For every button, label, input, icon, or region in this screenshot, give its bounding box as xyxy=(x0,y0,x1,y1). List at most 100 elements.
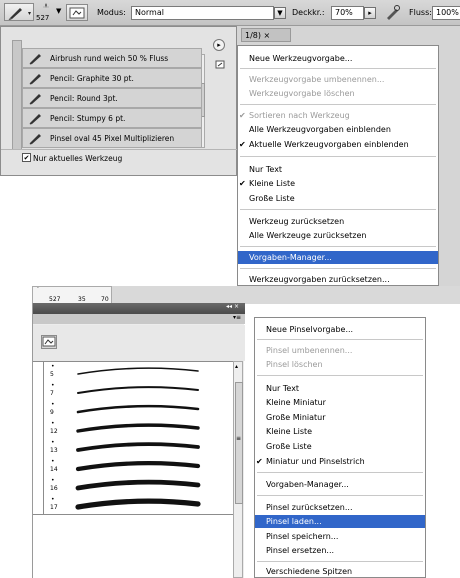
menu-item-text-only[interactable]: Nur Text xyxy=(255,382,425,395)
picker-left-edge xyxy=(12,40,22,150)
brush-stroke-preview xyxy=(77,386,199,394)
strip-number: 70 xyxy=(101,296,109,303)
brush-stroke-preview xyxy=(77,367,199,375)
brush-row[interactable]: • 13 xyxy=(33,438,233,458)
menu-separator xyxy=(257,561,423,562)
flow-field[interactable]: 100% xyxy=(432,6,460,20)
menu-separator xyxy=(257,375,423,376)
checkmark-icon: ✔ xyxy=(239,140,246,149)
brush-tip-icon: • xyxy=(51,439,55,446)
menu-item-small-thumbnail[interactable]: Kleine Miniatur xyxy=(255,396,425,409)
new-preset-icon[interactable] xyxy=(215,60,225,69)
document-tab[interactable]: 1/8) × xyxy=(241,28,291,42)
mode-dropdown-arrow[interactable]: ▼ xyxy=(274,7,286,19)
menu-item-replace-brushes[interactable]: Pinsel ersetzen... xyxy=(255,544,425,557)
brush-preset-picker-button[interactable] xyxy=(41,335,57,349)
brush-panel-icon xyxy=(42,336,56,347)
menu-item-load-brushes[interactable]: Pinsel laden... xyxy=(255,515,425,528)
menu-item-rename-tool-preset[interactable]: Werkzeugvorgabe umbenennen... xyxy=(238,73,438,86)
menu-item-save-brushes[interactable]: Pinsel speichern... xyxy=(255,530,425,543)
brush-list-scrollbar[interactable]: ▴ ≡ xyxy=(233,361,243,578)
preset-item[interactable]: Airbrush rund weich 50 % Fluss xyxy=(22,48,202,68)
menu-item-show-current-tool-presets[interactable]: ✔ Aktuelle Werkzeugvorgaben einblenden xyxy=(238,138,438,151)
brush-size-strip: · 527 35 70 xyxy=(32,285,112,304)
menu-item-stroke-thumbnail[interactable]: ✔ Miniatur und Pinselstrich xyxy=(255,455,425,468)
brush-tool-icon xyxy=(8,8,31,20)
preset-item[interactable]: Pencil: Graphite 30 pt. xyxy=(22,68,202,88)
airbrush-icon[interactable] xyxy=(382,3,402,23)
brush-row[interactable]: • 9 xyxy=(33,400,233,420)
menu-item-small-list[interactable]: ✔ Kleine Liste xyxy=(238,177,438,190)
menu-separator xyxy=(240,156,436,157)
tool-preset-menu: Neue Werkzeugvorgabe... Werkzeugvorgabe … xyxy=(237,45,439,286)
brush-preset-icon xyxy=(29,94,41,105)
scrollbar-thumb[interactable]: ≡ xyxy=(235,382,243,504)
menu-item-large-list[interactable]: Große Liste xyxy=(255,440,425,453)
brush-stroke-preview xyxy=(76,442,200,452)
menu-item-reset-brushes[interactable]: Pinsel zurücksetzen... xyxy=(255,501,425,514)
menu-item-preset-manager[interactable]: Vorgaben-Manager... xyxy=(255,478,425,491)
strip-number: 527 xyxy=(49,296,61,303)
brush-size-label: 5 xyxy=(50,371,54,378)
brush-picker-dropdown-arrow[interactable]: ▼ xyxy=(56,7,61,15)
current-tool-only-checkbox[interactable]: ✔ xyxy=(22,153,31,162)
brush-list: • 5 • 7 • 9 • 12 • 13 • 14 • 16 • 17 xyxy=(33,361,233,578)
checkmark-icon: ✔ xyxy=(239,179,246,188)
mode-select[interactable]: Normal xyxy=(131,6,274,20)
brush-preset-icon xyxy=(29,134,41,145)
brush-row[interactable]: • 12 xyxy=(33,419,233,439)
menu-item-small-list[interactable]: Kleine Liste xyxy=(255,425,425,438)
menu-item-delete-tool-preset[interactable]: Werkzeugvorgabe löschen xyxy=(238,87,438,100)
menu-item-reset-all-tools[interactable]: Alle Werkzeuge zurücksetzen xyxy=(238,229,438,242)
menu-item-new-tool-preset[interactable]: Neue Werkzeugvorgabe... xyxy=(238,52,438,65)
brushes-panel: ◂◂ × ▾≡ • 5 • 7 • 9 • 12 • 13 • 14 • 16 … xyxy=(32,303,245,578)
brush-tip-icon: • xyxy=(51,458,55,465)
brush-row[interactable]: • 17 xyxy=(33,495,233,515)
brush-stroke-preview xyxy=(76,404,200,414)
brush-tip-icon: • xyxy=(51,363,55,370)
menu-item-rename-brush[interactable]: Pinsel umbenennen... xyxy=(255,344,425,357)
menu-item-preset-manager[interactable]: Vorgaben-Manager... xyxy=(238,251,438,264)
menu-item-show-all-tool-presets[interactable]: Alle Werkzeugvorgaben einblenden xyxy=(238,123,438,136)
preset-item[interactable]: Pencil: Round 3pt. xyxy=(22,88,202,108)
menu-separator xyxy=(240,104,436,105)
menu-item-large-thumbnail[interactable]: Große Miniatur xyxy=(255,411,425,424)
opacity-field[interactable]: 70% xyxy=(331,6,364,20)
menu-separator xyxy=(240,268,436,269)
menu-separator xyxy=(257,495,423,496)
brush-stroke-preview xyxy=(76,423,200,433)
menu-item-large-list[interactable]: Große Liste xyxy=(238,192,438,205)
preset-item[interactable]: Pinsel oval 45 Pixel Multiplizieren xyxy=(22,128,202,148)
preset-item[interactable]: Pencil: Stumpy 6 pt. xyxy=(22,108,202,128)
brush-row[interactable]: • 16 xyxy=(33,476,233,496)
brush-panel-icon xyxy=(69,7,85,19)
menu-item-sort-by-tool[interactable]: ✔ Sortieren nach Werkzeug xyxy=(238,109,438,122)
brush-row[interactable]: • 5 xyxy=(33,362,233,382)
menu-item-reset-tool-presets[interactable]: Werkzeugvorgaben zurücksetzen... xyxy=(238,273,438,286)
brush-preset-icon xyxy=(29,74,41,85)
preset-label: Pencil: Graphite 30 pt. xyxy=(50,74,134,83)
opacity-slider-arrow[interactable]: ▸ xyxy=(364,7,376,19)
menu-item-new-brush-preset[interactable]: Neue Pinselvorgabe... xyxy=(255,323,425,336)
panel-menu-icon[interactable]: ▾≡ xyxy=(233,314,241,321)
menu-item-reset-tool[interactable]: Werkzeug zurücksetzen xyxy=(238,215,438,228)
brush-size-label: 9 xyxy=(50,409,54,416)
menu-item-label: Sortieren nach Werkzeug xyxy=(249,111,350,120)
brush-preset-icon xyxy=(29,54,41,65)
checkmark-icon: ✔ xyxy=(239,111,246,120)
brush-tip-icon: • xyxy=(51,496,55,503)
tool-preset-picker-button[interactable] xyxy=(4,3,34,21)
panel-collapse-close[interactable]: ◂◂ × xyxy=(226,303,239,310)
brush-size-label: 13 xyxy=(50,447,58,454)
preset-label: Pencil: Round 3pt. xyxy=(50,94,118,103)
menu-item-assorted-brushes[interactable]: Verschiedene Spitzen xyxy=(255,565,425,578)
menu-item-text-only[interactable]: Nur Text xyxy=(238,163,438,176)
menu-item-delete-brush[interactable]: Pinsel löschen xyxy=(255,358,425,371)
menu-separator xyxy=(240,209,436,210)
picker-menu-button[interactable]: ▸ xyxy=(213,39,225,51)
options-bar: 527 ▼ Modus: Normal ▼ Deckkr.: 70% ▸ Flu… xyxy=(0,0,460,26)
brush-row[interactable]: • 14 xyxy=(33,457,233,477)
brush-size-label: 7 xyxy=(50,390,54,397)
brush-panel-toggle-button[interactable] xyxy=(66,4,88,21)
brush-row[interactable]: • 7 xyxy=(33,381,233,401)
